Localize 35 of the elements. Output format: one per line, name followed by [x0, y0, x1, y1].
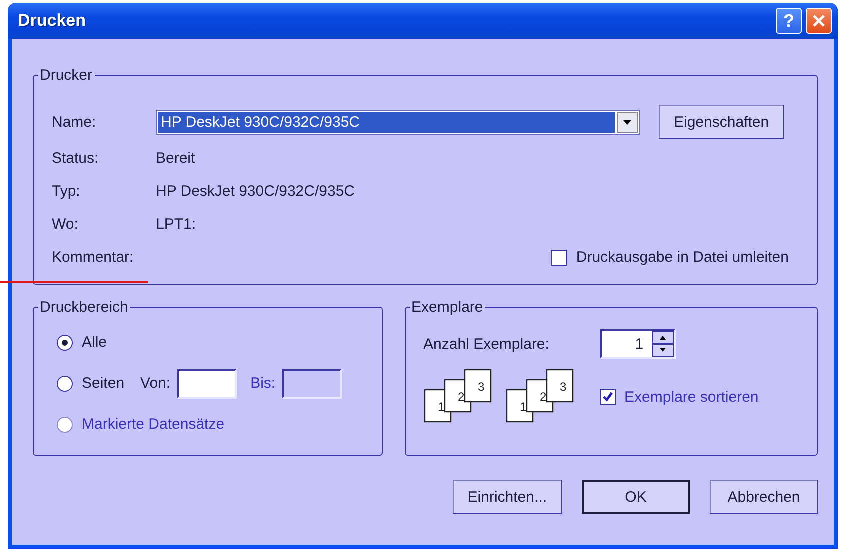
radio-button[interactable]: [57, 376, 73, 392]
copies-spinner[interactable]: 1: [600, 329, 676, 359]
close-button[interactable]: [806, 8, 832, 34]
group-legend: Drucker: [38, 67, 95, 84]
window-title: Drucken: [18, 11, 88, 31]
info-label: Status:: [52, 150, 100, 167]
field-label: Von:: [140, 375, 171, 392]
dialog-button[interactable]: Einrichten...: [452, 480, 562, 514]
info-label: Kommentar:: [52, 249, 135, 266]
radio-label: Markierte Datensätze: [82, 416, 225, 433]
help-button[interactable]: ?: [776, 8, 802, 34]
checkbox-label: Exemplare sortieren: [624, 388, 759, 406]
radio-label: Seiten: [82, 375, 125, 392]
info-label: Typ:: [52, 183, 82, 200]
info-value: Bereit: [156, 150, 196, 167]
info-value: LPT1:: [156, 216, 196, 233]
spinner-arrows-icon: [652, 331, 674, 357]
group-legend: Druckbereich: [38, 299, 130, 316]
radio-button[interactable]: [57, 334, 73, 350]
info-value: HP DeskJet 930C/932C/935C: [156, 183, 355, 200]
dialog-button[interactable]: Abbrechen: [710, 480, 818, 514]
copies-label: Anzahl Exemplare:: [424, 336, 550, 352]
radio-label: Alle: [82, 334, 108, 351]
input-field[interactable]: [176, 368, 237, 398]
field-label: Bis:: [250, 375, 276, 392]
close-icon: [812, 14, 826, 28]
checkbox[interactable]: [551, 250, 568, 266]
group-legend: Exemplare: [410, 299, 486, 316]
dialog-button[interactable]: OK: [582, 480, 690, 514]
properties-button[interactable]: Eigenschaften: [659, 105, 784, 139]
printer-dropdown[interactable]: HP DeskJet 930C/932C/935C: [156, 110, 640, 134]
info-label: Wo:: [52, 216, 80, 233]
checkbox[interactable]: [600, 389, 616, 405]
checkbox-label: Druckausgabe in Datei umleiten: [576, 249, 789, 266]
name-label: Name:: [52, 114, 98, 130]
